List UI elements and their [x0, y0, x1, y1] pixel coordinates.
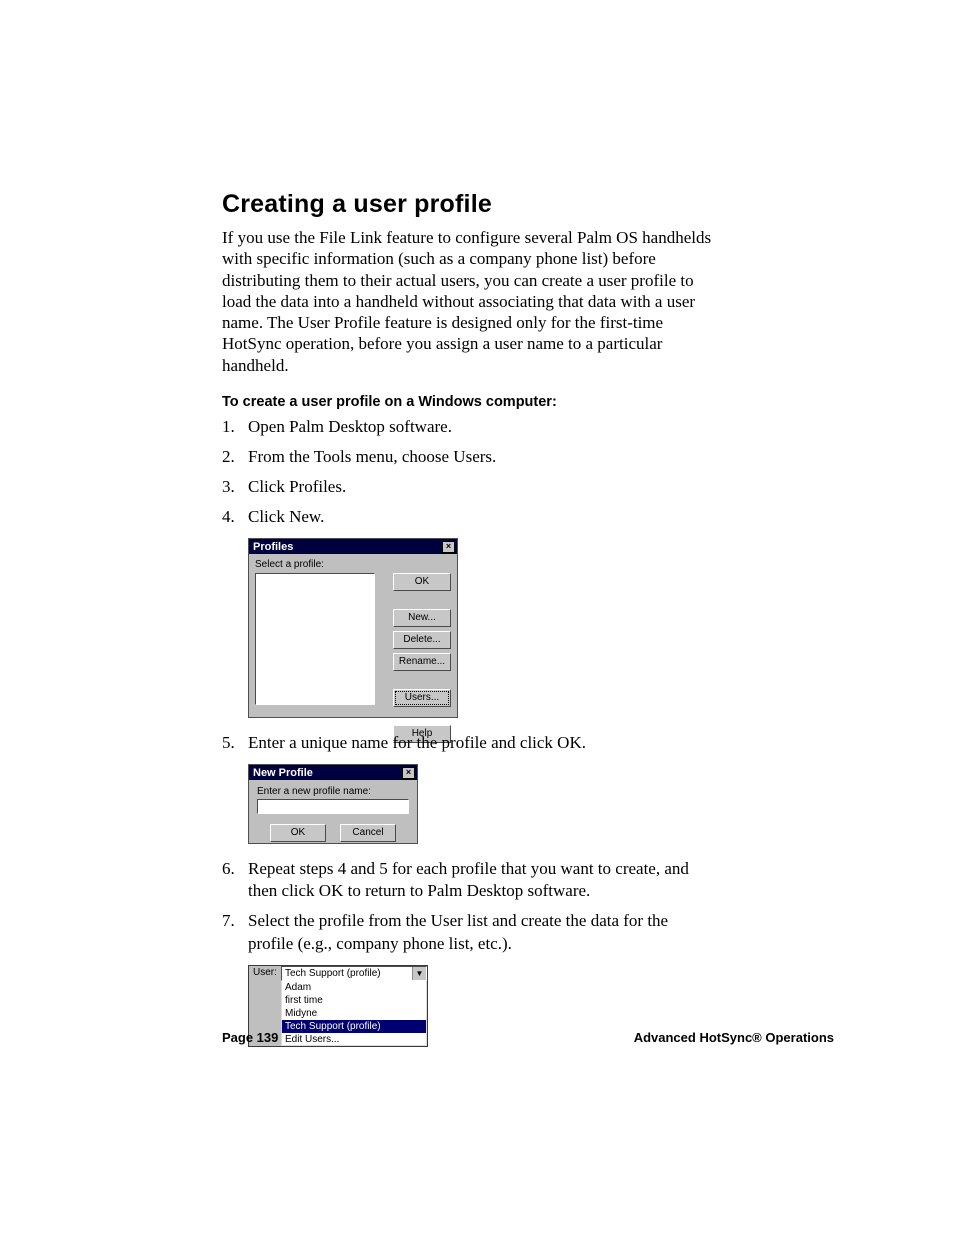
procedure-list-cont-2: Repeat steps 4 and 5 for each profile th…: [222, 858, 834, 954]
step-5: Enter a unique name for the profile and …: [222, 732, 712, 754]
user-option-midyne[interactable]: Midyne: [281, 1007, 427, 1020]
cancel-button[interactable]: Cancel: [340, 824, 396, 842]
select-profile-label: Select a profile:: [255, 559, 451, 570]
close-icon[interactable]: ×: [442, 541, 455, 553]
user-option-firsttime[interactable]: first time: [281, 994, 427, 1007]
profiles-dialog-titlebar: Profiles ×: [249, 539, 457, 554]
section-heading: Creating a user profile: [222, 190, 834, 219]
step-7: Select the profile from the User list an…: [222, 910, 712, 954]
new-button[interactable]: New...: [393, 609, 451, 627]
profile-listbox[interactable]: [255, 573, 375, 705]
ok-button[interactable]: OK: [270, 824, 326, 842]
intro-paragraph: If you use the File Link feature to conf…: [222, 227, 712, 376]
new-profile-dialog-title: New Profile: [253, 767, 313, 779]
procedure-list: Open Palm Desktop software. From the Too…: [222, 416, 834, 528]
users-button[interactable]: Users...: [393, 689, 451, 707]
step-4: Click New.: [222, 506, 712, 528]
ok-button[interactable]: OK: [393, 573, 451, 591]
step-1: Open Palm Desktop software.: [222, 416, 712, 438]
user-label: User:: [249, 966, 281, 981]
new-profile-prompt: Enter a new profile name:: [257, 786, 409, 797]
rename-button[interactable]: Rename...: [393, 653, 451, 671]
procedure-subheading: To create a user profile on a Windows co…: [222, 394, 834, 410]
delete-button[interactable]: Delete...: [393, 631, 451, 649]
new-profile-dialog-figure: New Profile × Enter a new profile name: …: [248, 764, 834, 844]
user-option-adam[interactable]: Adam: [281, 981, 427, 994]
step-6: Repeat steps 4 and 5 for each profile th…: [222, 858, 712, 902]
footer-page-number: Page 139: [222, 1030, 278, 1045]
procedure-list-cont-1: Enter a unique name for the profile and …: [222, 732, 834, 754]
profiles-dialog: Profiles × Select a profile: OK New... D…: [248, 538, 458, 718]
page-footer: Page 139 Advanced HotSync® Operations: [222, 1030, 834, 1045]
user-combobox[interactable]: Tech Support (profile) ▼: [281, 966, 427, 981]
footer-chapter-title: Advanced HotSync® Operations: [634, 1030, 834, 1045]
profile-name-input[interactable]: [257, 799, 409, 814]
user-combobox-value: Tech Support (profile): [282, 967, 412, 980]
close-icon[interactable]: ×: [402, 767, 415, 779]
step-3: Click Profiles.: [222, 476, 712, 498]
new-profile-dialog-titlebar: New Profile ×: [249, 765, 417, 780]
step-2: From the Tools menu, choose Users.: [222, 446, 712, 468]
profiles-dialog-figure: Profiles × Select a profile: OK New... D…: [248, 538, 834, 718]
new-profile-dialog: New Profile × Enter a new profile name: …: [248, 764, 418, 844]
profiles-dialog-title: Profiles: [253, 541, 293, 553]
chevron-down-icon[interactable]: ▼: [412, 967, 426, 980]
